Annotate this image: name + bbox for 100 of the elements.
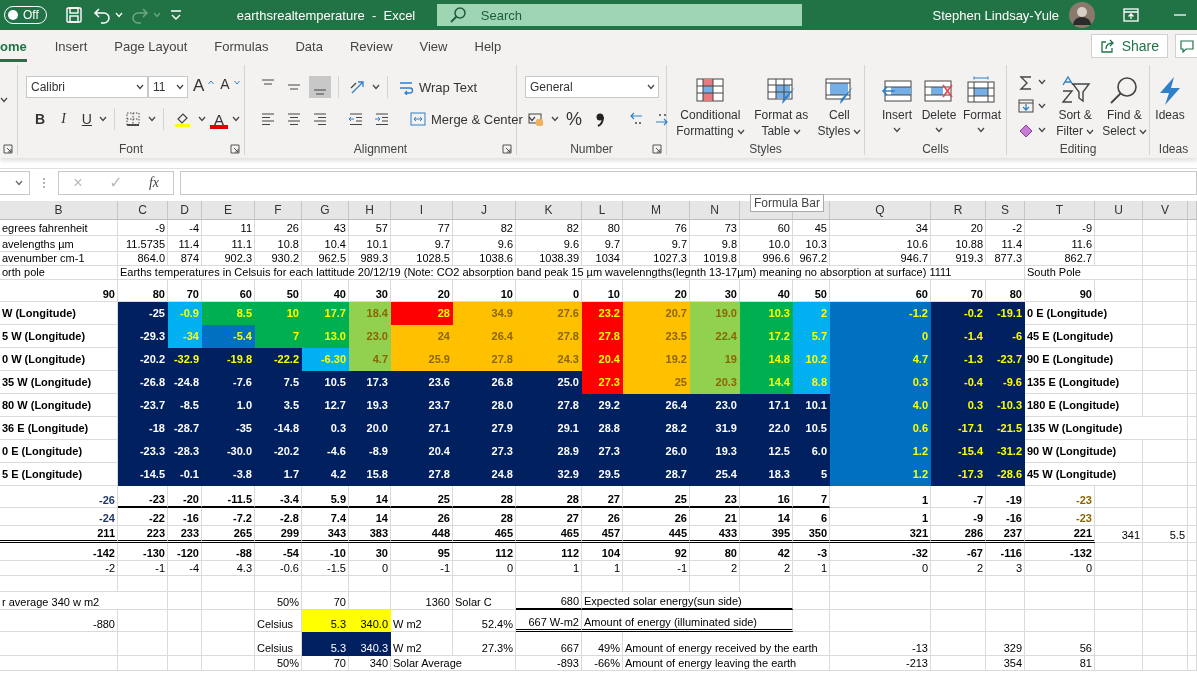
- table-cell: -0.9: [168, 302, 202, 325]
- table-cell: -7.6: [202, 371, 255, 394]
- table-cell: r average 340 w m2: [0, 592, 168, 610]
- table-cell: 5: [793, 463, 830, 486]
- table-cell: 448: [391, 526, 453, 543]
- table-cell: 10.1: [349, 236, 391, 252]
- table-cell: 1038.6: [453, 252, 516, 266]
- table-cell: 29.5: [582, 463, 623, 486]
- table-cell: -1: [623, 561, 690, 576]
- table-cell: 25: [391, 486, 453, 508]
- table-cell: 10.5: [302, 371, 349, 394]
- table-cell: 112: [453, 543, 516, 561]
- table-cell: 8.5: [202, 302, 255, 325]
- table-cell: 52.4%: [453, 610, 516, 632]
- table-cell: 3.5: [255, 394, 302, 417]
- table-cell: 23.5: [623, 325, 690, 348]
- table-cell: 82: [453, 220, 516, 236]
- group-label: Font: [119, 142, 143, 156]
- table-cell: 20.4: [391, 440, 453, 463]
- table-cell: 10: [255, 302, 302, 325]
- table-cell: 1: [830, 486, 931, 508]
- table-cell: South Pole: [1025, 266, 1143, 280]
- table-cell: 340.0: [349, 610, 391, 632]
- table-cell: 946.7: [830, 252, 931, 266]
- table-cell: 49%: [582, 632, 623, 656]
- table-cell: -9: [931, 508, 986, 526]
- table-cell: 50%: [255, 592, 302, 610]
- table-cell: -1: [118, 561, 168, 576]
- table-cell: 10.88: [931, 236, 986, 252]
- table-cell: 996.6: [740, 252, 793, 266]
- table-cell: 19.2: [623, 348, 690, 371]
- table-cell: 4.3: [202, 561, 255, 576]
- table-cell: 0 E (Longitude): [1025, 302, 1143, 325]
- table-cell: -3.8: [202, 463, 255, 486]
- table-cell: 18.3: [740, 463, 793, 486]
- table-cell: 7: [255, 325, 302, 348]
- table-cell: 13.0: [302, 325, 349, 348]
- table-cell: 80: [582, 220, 623, 236]
- table-cell: -130: [118, 543, 168, 561]
- table-cell: 17.3: [349, 371, 391, 394]
- table-cell: 445: [623, 526, 690, 543]
- table-cell: 180 E (Longitude): [1025, 394, 1143, 417]
- table-cell: 26.0: [623, 440, 690, 463]
- table-cell: 1.7: [255, 463, 302, 486]
- table-cell: 76: [623, 220, 690, 236]
- table-cell: 25.9: [391, 348, 453, 371]
- table-cell: 0.3: [830, 371, 931, 394]
- table-cell: 60: [740, 220, 793, 236]
- table-cell: 11.5735: [118, 236, 168, 252]
- table-cell: 28.0: [453, 394, 516, 417]
- table-cell: -23: [118, 486, 168, 508]
- table-cell: 77: [391, 220, 453, 236]
- table-cell: 5.9: [302, 486, 349, 508]
- table-cell: 1360: [391, 592, 453, 610]
- table-cell: 667: [516, 632, 582, 656]
- table-cell: 43: [302, 220, 349, 236]
- table-cell: 0: [830, 561, 931, 576]
- table-cell: 28.8: [582, 417, 623, 440]
- table-cell: -0.6: [255, 561, 302, 576]
- table-cell: 19.3: [690, 440, 740, 463]
- table-cell: 30: [349, 543, 391, 561]
- table-cell: 10.8: [255, 236, 302, 252]
- table-cell: 962.5: [302, 252, 349, 266]
- table-cell: 23.0: [690, 394, 740, 417]
- table-cell: 237: [986, 526, 1025, 543]
- table-cell: 343: [302, 526, 349, 543]
- table-cell: -22.2: [255, 348, 302, 371]
- table-cell: 135 W (Longitude): [1025, 417, 1188, 440]
- table-cell: -23: [1025, 486, 1095, 508]
- table-cell: avelengths µm: [0, 236, 118, 252]
- table-cell: 0.6: [830, 417, 931, 440]
- table-cell: 27.3%: [453, 632, 516, 656]
- table-cell: -31.2: [986, 440, 1025, 463]
- table-cell: -28.7: [168, 417, 202, 440]
- table-cell: 1034: [582, 252, 623, 266]
- table-cell: 919.3: [931, 252, 986, 266]
- table-cell: 9.8: [690, 236, 740, 252]
- table-cell: 340: [349, 656, 391, 671]
- table-cell: 221: [1025, 526, 1095, 543]
- table-cell: avenumber cm-1: [0, 252, 118, 266]
- table-cell: 14: [349, 508, 391, 526]
- table-cell: 90 W (Longitude): [1025, 440, 1143, 463]
- table-cell: -17.1: [931, 417, 986, 440]
- table-cell: 112: [516, 543, 582, 561]
- table-cell: 2: [740, 561, 793, 576]
- table-cell: 50%: [255, 656, 302, 671]
- table-cell: 26: [582, 508, 623, 526]
- table-cell: 104: [582, 543, 623, 561]
- table-cell: 16: [740, 486, 793, 508]
- table-cell: 45: [793, 220, 830, 236]
- window-title: earthsrealtemperature - Excel: [236, 7, 417, 23]
- table-cell: 27.3: [582, 371, 623, 394]
- table-cell: 2: [793, 302, 830, 325]
- table-cell: 21: [690, 508, 740, 526]
- table-cell: 14: [349, 486, 391, 508]
- table-cell: 877.3: [986, 252, 1025, 266]
- table-cell: Expected solar energy(sun side): [582, 592, 793, 610]
- table-cell: 27.3: [582, 440, 623, 463]
- table-cell: 10.2: [793, 348, 830, 371]
- table-cell: 26: [391, 508, 453, 526]
